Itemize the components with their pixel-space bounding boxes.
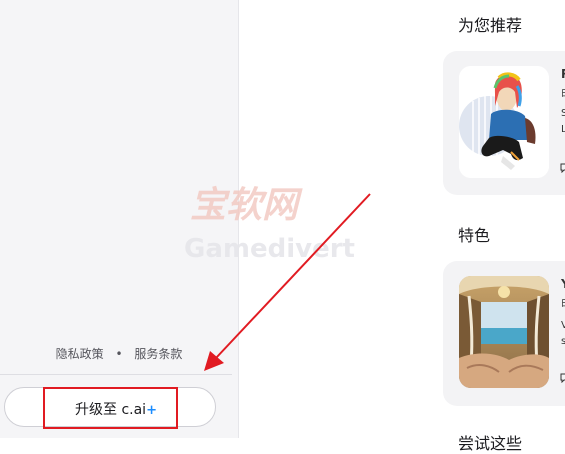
- annotation-arrow: [204, 193, 371, 371]
